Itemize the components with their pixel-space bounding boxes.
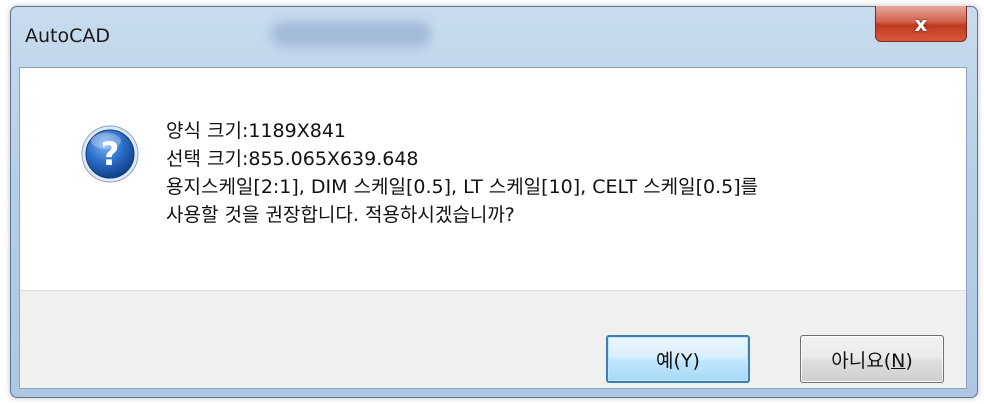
- no-label-prefix: 아니요(: [831, 349, 892, 372]
- no-label-suffix: ): [905, 349, 913, 372]
- title-bar[interactable]: AutoCAD x: [11, 6, 977, 65]
- no-button[interactable]: 아니요(N): [800, 335, 944, 383]
- message-line-form-size: 양식 크기:1189X841: [166, 120, 346, 142]
- message-line-scales: 용지스케일[2:1], DIM 스케일[0.5], LT 스케일[10], CE…: [166, 176, 759, 198]
- message-line-question: 사용할 것을 권장합니다. 적용하시겠습니까?: [166, 204, 515, 226]
- no-button-label: 아니요(N): [831, 346, 913, 373]
- button-area: 예(Y) 아니요(N): [20, 290, 966, 388]
- message-line-selection-size: 선택 크기:855.065X639.648: [166, 148, 419, 170]
- yes-button[interactable]: 예(Y): [606, 335, 750, 383]
- window-title: AutoCAD: [25, 25, 111, 47]
- blurred-title-region: [271, 21, 431, 47]
- dialog-window: AutoCAD x ? 양식 크기:1189X841 선택 크기:855.065…: [10, 6, 978, 398]
- message-text: 양식 크기:1189X841 선택 크기:855.065X639.648 용지스…: [166, 117, 758, 229]
- close-icon: x: [914, 11, 928, 36]
- svg-text:?: ?: [101, 135, 120, 173]
- close-button[interactable]: x: [875, 6, 967, 42]
- yes-button-label: 예(Y): [656, 349, 700, 372]
- question-icon: ?: [81, 125, 139, 183]
- no-label-mnemonic: N: [891, 349, 906, 372]
- message-area: ? 양식 크기:1189X841 선택 크기:855.065X639.648 용…: [20, 68, 966, 290]
- dialog-content: ? 양식 크기:1189X841 선택 크기:855.065X639.648 용…: [19, 67, 967, 389]
